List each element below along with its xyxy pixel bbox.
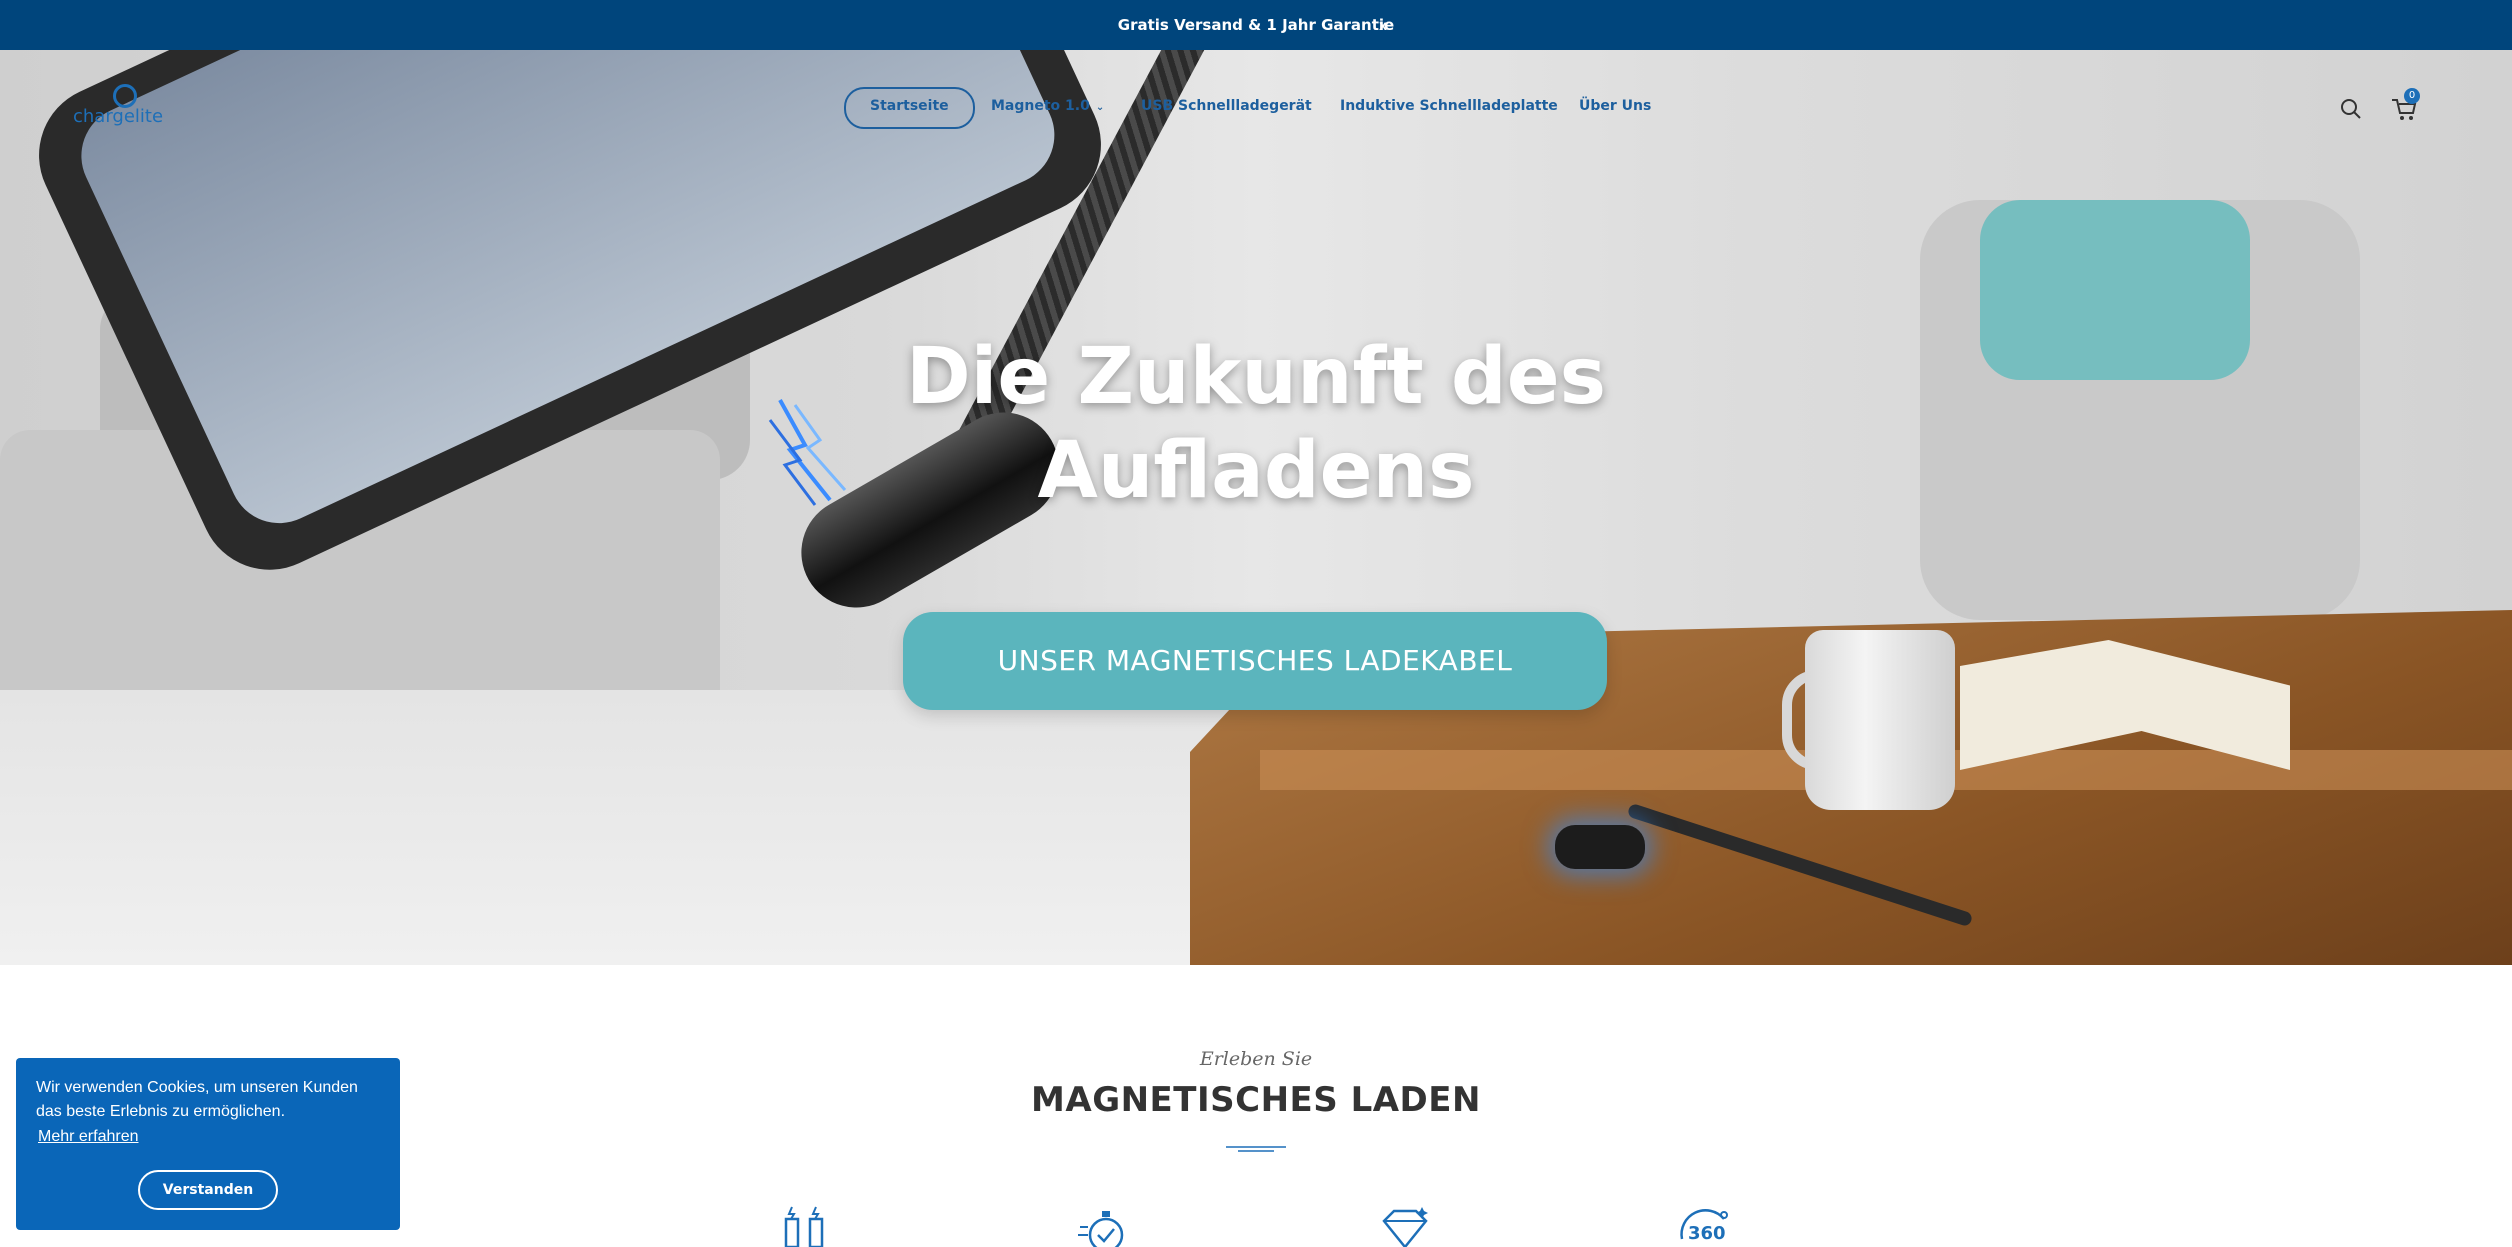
nav-item-usb-schnellladegeraet[interactable]: USB Schnellladegerät — [1141, 87, 1312, 125]
cookie-banner: Wir verwenden Cookies, um unseren Kunden… — [16, 1058, 400, 1230]
cookie-text: Wir verwenden Cookies, um unseren Kunden… — [36, 1079, 358, 1120]
hero-title: Die Zukunft des Aufladens — [806, 330, 1706, 518]
logo-text: chargelite — [73, 106, 164, 127]
hero-glowing-plug — [1555, 825, 1645, 869]
hero-title-line2: Aufladens — [1037, 426, 1475, 516]
site-logo[interactable]: chargelite — [73, 84, 183, 134]
charging-cables-icon — [784, 1206, 824, 1247]
chevron-down-icon: ⌄ — [1095, 102, 1105, 113]
hero-cta-button[interactable]: UNSER MAGNETISCHES LADEKABEL — [903, 612, 1607, 710]
hero-background-cushion — [1980, 200, 2250, 380]
hero-banner: Die Zukunft des Aufladens UNSER MAGNETIS… — [0, 50, 2512, 965]
section-divider — [1226, 1146, 1286, 1152]
announcement-close-button[interactable]: x — [1372, 14, 1394, 36]
nav-item-ueber-uns[interactable]: Über Uns — [1579, 87, 1651, 125]
site-header: chargelite Startseite Magneto 1.0 ⌄ USB S… — [0, 50, 2512, 160]
360-rotation-icon: 360 — [1680, 1209, 1728, 1244]
diamond-icon — [1382, 1207, 1428, 1247]
hero-mug — [1805, 630, 1955, 810]
search-icon[interactable] — [2336, 94, 2366, 124]
announcement-text: Gratis Versand & 1 Jahr Garantie — [1117, 16, 1395, 34]
svg-text:360: 360 — [1688, 1223, 1726, 1244]
hero-title-line1: Die Zukunft des — [905, 332, 1607, 422]
cart-count-badge: 0 — [2404, 88, 2420, 104]
cookie-accept-button[interactable]: Verstanden — [138, 1170, 278, 1210]
nav-item-induktive-schnellladeplatte[interactable]: Induktive Schnellladeplatte — [1340, 87, 1558, 125]
logo-mark-icon — [113, 84, 137, 108]
nav-item-magneto[interactable]: Magneto 1.0 ⌄ — [991, 87, 1104, 125]
stopwatch-icon — [1078, 1211, 1124, 1247]
nav-item-magneto-label: Magneto 1.0 — [991, 98, 1090, 114]
nav-item-startseite[interactable]: Startseite — [844, 87, 975, 129]
announcement-bar: Gratis Versand & 1 Jahr Garantie x — [0, 0, 2512, 50]
cookie-learn-more-link[interactable]: Mehr erfahren — [38, 1128, 139, 1146]
